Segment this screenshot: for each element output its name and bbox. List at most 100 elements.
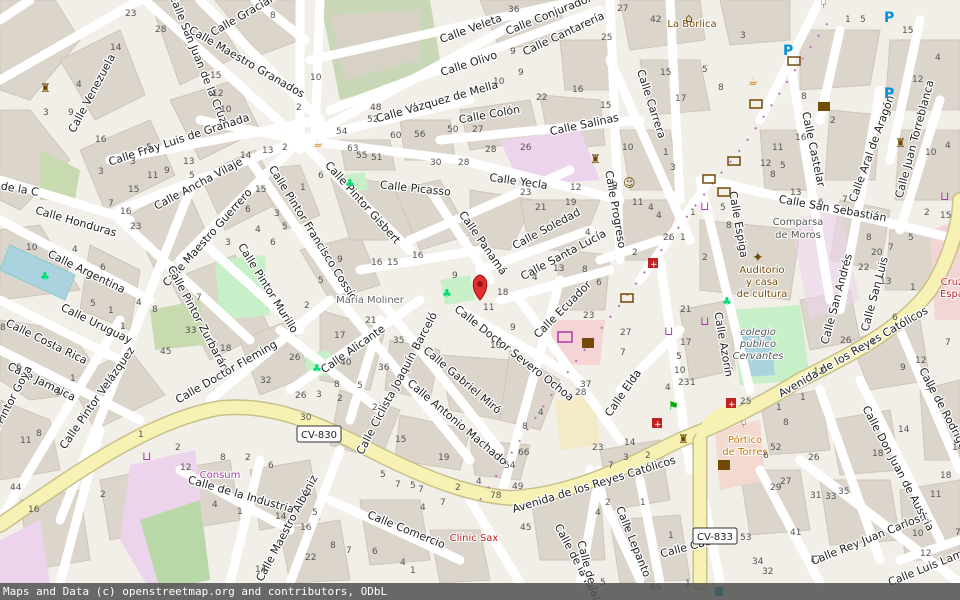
svg-text:2: 2	[924, 208, 930, 218]
svg-text:27: 27	[472, 125, 483, 135]
svg-text:P: P	[884, 10, 894, 26]
library-icon	[582, 338, 594, 348]
map-attribution[interactable]: Maps and Data (c) openstreetmap.org and …	[0, 583, 960, 600]
svg-text:4: 4	[476, 477, 482, 487]
shop-icon: ⊔	[142, 449, 151, 463]
svg-text:15: 15	[660, 68, 671, 78]
playground-icon: ♣	[312, 362, 322, 375]
shop-icon: ⊔	[700, 314, 709, 328]
svg-text:13: 13	[183, 157, 194, 167]
svg-text:2: 2	[245, 453, 251, 463]
shop-icon: ⊔	[664, 324, 673, 338]
location-marker[interactable]	[472, 274, 488, 301]
svg-text:35: 35	[393, 336, 404, 346]
svg-text:11: 11	[147, 171, 158, 181]
street-label: Calle Elda	[602, 367, 644, 419]
svg-text:14: 14	[898, 425, 910, 435]
svg-text:45: 45	[520, 523, 531, 533]
svg-text:23: 23	[520, 188, 531, 198]
svg-text:12: 12	[570, 183, 581, 193]
svg-text:4: 4	[870, 338, 876, 348]
svg-text:2: 2	[100, 490, 106, 500]
svg-text:5: 5	[780, 161, 786, 171]
svg-text:6: 6	[16, 363, 22, 373]
svg-text:7: 7	[395, 480, 401, 490]
svg-text:28: 28	[155, 25, 167, 35]
svg-text:3: 3	[225, 238, 231, 248]
svg-text:7: 7	[620, 348, 626, 358]
svg-text:3: 3	[98, 167, 104, 177]
svg-text:52: 52	[367, 115, 378, 125]
svg-text:32: 32	[260, 376, 271, 386]
svg-text:⌂: ⌂	[685, 11, 693, 25]
svg-text:2: 2	[372, 403, 378, 413]
svg-text:8: 8	[801, 92, 807, 102]
svg-text:15: 15	[600, 101, 611, 111]
svg-text:19: 19	[565, 198, 577, 208]
svg-text:13: 13	[262, 146, 273, 156]
svg-text:7: 7	[608, 461, 614, 471]
svg-text:22: 22	[305, 553, 316, 563]
place-label: Pórtico	[728, 434, 762, 446]
svg-text:8: 8	[0, 323, 6, 333]
place-label: y casa	[746, 277, 778, 288]
svg-text:21: 21	[365, 316, 376, 326]
svg-text:8: 8	[330, 541, 336, 551]
svg-text:5: 5	[90, 299, 96, 309]
svg-text:6: 6	[596, 278, 602, 288]
svg-text:⊔: ⊔	[664, 324, 673, 338]
svg-text:⊔: ⊔	[142, 449, 151, 463]
svg-text:4: 4	[665, 383, 671, 393]
svg-text:2: 2	[304, 301, 310, 311]
svg-text:7: 7	[196, 293, 202, 303]
place-label: de Torres	[722, 447, 767, 458]
svg-text:6: 6	[270, 238, 276, 248]
svg-text:18: 18	[872, 449, 884, 459]
svg-text:15: 15	[128, 185, 139, 195]
svg-text:6: 6	[318, 171, 324, 181]
svg-text:7: 7	[842, 195, 848, 205]
svg-text:10: 10	[310, 73, 322, 83]
map-canvas[interactable]: Calle Venezuela Calle San Juan de la Cru…	[0, 0, 960, 600]
svg-text:5: 5	[676, 352, 682, 362]
community-centre-icon: ✦	[752, 250, 764, 266]
svg-text:52: 52	[770, 443, 781, 453]
svg-text:1: 1	[410, 566, 416, 576]
svg-text:4: 4	[72, 245, 78, 255]
svg-text:4: 4	[532, 273, 538, 283]
svg-text:10: 10	[220, 105, 232, 115]
svg-text:9: 9	[164, 166, 170, 176]
svg-text:5: 5	[312, 508, 318, 518]
svg-text:⑂: ⑂	[820, 0, 827, 11]
svg-text:17: 17	[680, 338, 691, 348]
playground-icon: ♣	[442, 287, 452, 300]
svg-text:26: 26	[840, 336, 852, 346]
svg-text:1: 1	[845, 15, 851, 25]
svg-text:4: 4	[585, 228, 591, 238]
svg-text:2: 2	[175, 443, 181, 453]
svg-text:22: 22	[536, 93, 547, 103]
svg-text:☕: ☕	[748, 75, 758, 88]
svg-text:23: 23	[678, 378, 689, 388]
svg-text:15: 15	[395, 435, 406, 445]
svg-text:♣: ♣	[312, 362, 322, 375]
svg-text:25: 25	[740, 397, 751, 407]
svg-text:60: 60	[390, 131, 402, 141]
svg-text:6: 6	[818, 198, 824, 208]
svg-text:14: 14	[110, 43, 122, 53]
svg-text:1: 1	[910, 283, 916, 293]
church-icon: ♜	[895, 136, 906, 150]
svg-text:16: 16	[371, 258, 383, 268]
place-label: Consum	[200, 470, 241, 481]
svg-text:14: 14	[624, 438, 636, 448]
svg-text:30: 30	[300, 413, 312, 423]
svg-text:11: 11	[772, 143, 783, 153]
svg-text:16: 16	[412, 251, 424, 261]
bank-icon	[749, 99, 763, 109]
svg-text:18: 18	[220, 344, 232, 354]
svg-text:10: 10	[493, 77, 505, 87]
svg-text:16: 16	[95, 135, 107, 145]
cafe-icon: ☕	[313, 137, 323, 150]
svg-text:8: 8	[718, 83, 724, 93]
place-label: colegio	[740, 327, 776, 338]
